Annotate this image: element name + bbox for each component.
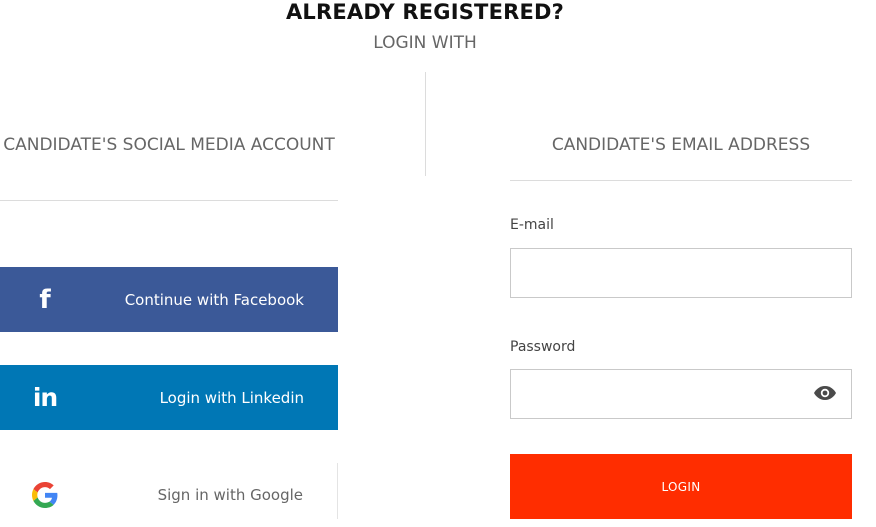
page-title: ALREADY REGISTERED?	[285, 0, 565, 24]
linkedin-login-button[interactable]: in Login with Linkedin	[0, 365, 338, 430]
login-button[interactable]: LOGIN	[510, 454, 852, 519]
password-label: Password	[510, 339, 576, 355]
google-login-button[interactable]: Sign in with Google	[0, 463, 338, 519]
vertical-divider	[425, 72, 426, 176]
email-section-divider	[510, 180, 852, 181]
page-subtitle: LOGIN WITH	[373, 33, 477, 53]
social-section-heading: CANDIDATE'S SOCIAL MEDIA ACCOUNT	[3, 135, 335, 155]
eye-icon[interactable]	[813, 384, 837, 402]
linkedin-icon: in	[32, 383, 58, 412]
password-field[interactable]	[510, 369, 852, 419]
email-field[interactable]	[510, 248, 852, 298]
facebook-icon: f	[39, 284, 51, 315]
email-section-heading: CANDIDATE'S EMAIL ADDRESS	[551, 135, 811, 155]
social-section-divider	[0, 200, 338, 201]
email-label: E-mail	[510, 217, 554, 233]
linkedin-button-label: Login with Linkedin	[159, 388, 304, 407]
facebook-login-button[interactable]: f Continue with Facebook	[0, 267, 338, 332]
google-icon	[28, 463, 62, 527]
google-button-label: Sign in with Google	[157, 486, 303, 504]
facebook-button-label: Continue with Facebook	[124, 290, 304, 309]
